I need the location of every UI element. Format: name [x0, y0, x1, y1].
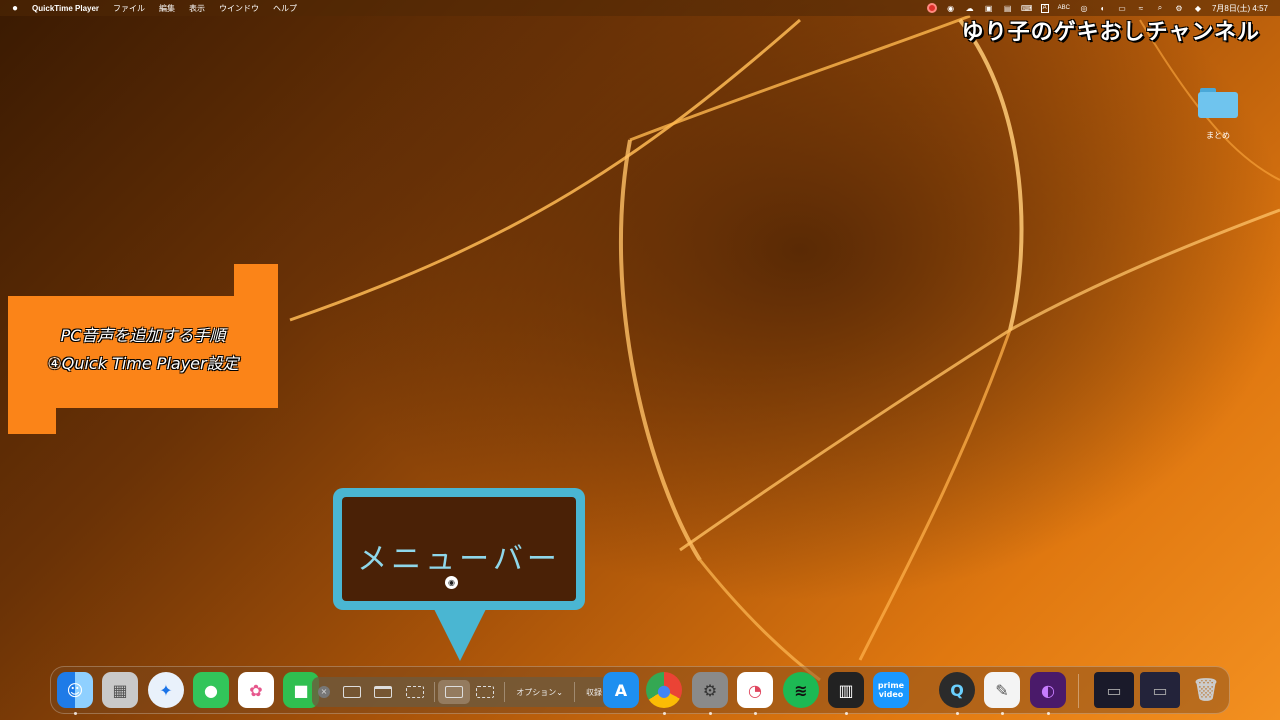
app-menu[interactable]: QuickTime Player: [32, 4, 99, 13]
editor-app-icon[interactable]: ◐: [1030, 672, 1066, 708]
music-app-icon[interactable]: ◔: [737, 672, 773, 708]
messages-icon[interactable]: ●: [193, 672, 229, 708]
capture-selection-button[interactable]: [399, 680, 431, 704]
prime-video-icon[interactable]: prime video: [873, 672, 909, 708]
minimized-window-icon[interactable]: ▭: [1094, 672, 1134, 708]
input-source-label[interactable]: ABC: [1058, 5, 1070, 11]
document-icon[interactable]: ▤: [1003, 4, 1013, 13]
notification-icon[interactable]: ▣: [984, 4, 994, 13]
desktop-folder[interactable]: まとめ: [1196, 86, 1240, 141]
quicktime-icon[interactable]: Q: [939, 672, 975, 708]
volume-icon[interactable]: ◐: [1098, 4, 1108, 13]
callout-label: メニューバー: [357, 542, 561, 577]
screen-recording-icon[interactable]: [926, 3, 937, 13]
safari-icon[interactable]: ✦: [148, 672, 184, 708]
siri-icon[interactable]: ◆: [1193, 4, 1203, 13]
status-icon[interactable]: ◉: [946, 4, 956, 13]
dock-separator: [1078, 674, 1079, 708]
window-icon: [374, 686, 393, 698]
spotlight-search-icon[interactable]: ⌕: [1155, 3, 1165, 13]
minimized-window-icon[interactable]: ▭: [1140, 672, 1180, 708]
record-selection-icon: [476, 686, 495, 698]
capture-window-button[interactable]: [368, 680, 400, 704]
record-entire-screen-button[interactable]: [437, 680, 470, 704]
system-settings-icon[interactable]: ⚙: [692, 672, 728, 708]
user-icon[interactable]: ◎: [1079, 4, 1089, 13]
keyboard-icon[interactable]: ⌨: [1021, 4, 1033, 13]
input-source-a-icon[interactable]: A: [1040, 3, 1049, 13]
control-center-icon[interactable]: ⚙: [1174, 4, 1184, 13]
wifi-icon[interactable]: ≈: [1136, 4, 1146, 13]
menu-file[interactable]: ファイル: [113, 3, 145, 14]
options-menu-button[interactable]: オプション⌄: [508, 687, 571, 698]
menu-view[interactable]: 表示: [189, 3, 205, 14]
piano-icon[interactable]: ▥: [828, 672, 864, 708]
annotation-line-2: ④Quick Time Player設定: [47, 354, 239, 373]
screenshot-toolbar: × オプション⌄ 収録: [312, 677, 610, 707]
capture-entire-screen-button[interactable]: [336, 680, 368, 704]
camera-cursor-icon: ◉: [445, 576, 458, 589]
launchpad-icon[interactable]: ▦: [102, 672, 138, 708]
apple-menu-icon[interactable]: ●: [12, 3, 18, 14]
folder-label: まとめ: [1206, 131, 1230, 140]
menu-window[interactable]: ウインドウ: [219, 3, 259, 14]
screen-icon: [342, 686, 361, 698]
chrome-icon[interactable]: ●: [646, 672, 682, 708]
trash-icon[interactable]: 🗑: [1188, 672, 1224, 708]
menu-bar-callout: メニューバー: [333, 488, 585, 610]
appstore-icon[interactable]: A: [603, 672, 639, 708]
menu-edit[interactable]: 編集: [159, 3, 175, 14]
selection-icon: [406, 686, 425, 698]
textedit-icon[interactable]: ✎: [984, 672, 1020, 708]
close-toolbar-button[interactable]: ×: [318, 686, 330, 698]
step-annotation: PC音声を追加する手順 ④Quick Time Player設定: [8, 264, 280, 436]
spotify-icon[interactable]: ≋: [783, 672, 819, 708]
channel-title: ゆり子のゲキおしチャンネル: [961, 20, 1260, 45]
callout-pointer: [434, 609, 486, 661]
battery-icon[interactable]: ▭: [1117, 4, 1127, 13]
menubar-clock[interactable]: 7月8日(土) 4:57: [1212, 3, 1268, 14]
photos-icon[interactable]: ✿: [238, 672, 274, 708]
folder-icon: [1198, 86, 1238, 118]
menu-help[interactable]: ヘルプ: [273, 3, 297, 14]
annotation-line-1: PC音声を追加する手順: [60, 326, 226, 345]
prime-video-label: prime video: [877, 681, 905, 699]
cloud-icon[interactable]: ☁: [965, 4, 975, 13]
record-selection-button[interactable]: [470, 680, 502, 704]
finder-icon[interactable]: ☺: [57, 672, 93, 708]
record-screen-icon: [444, 686, 463, 698]
